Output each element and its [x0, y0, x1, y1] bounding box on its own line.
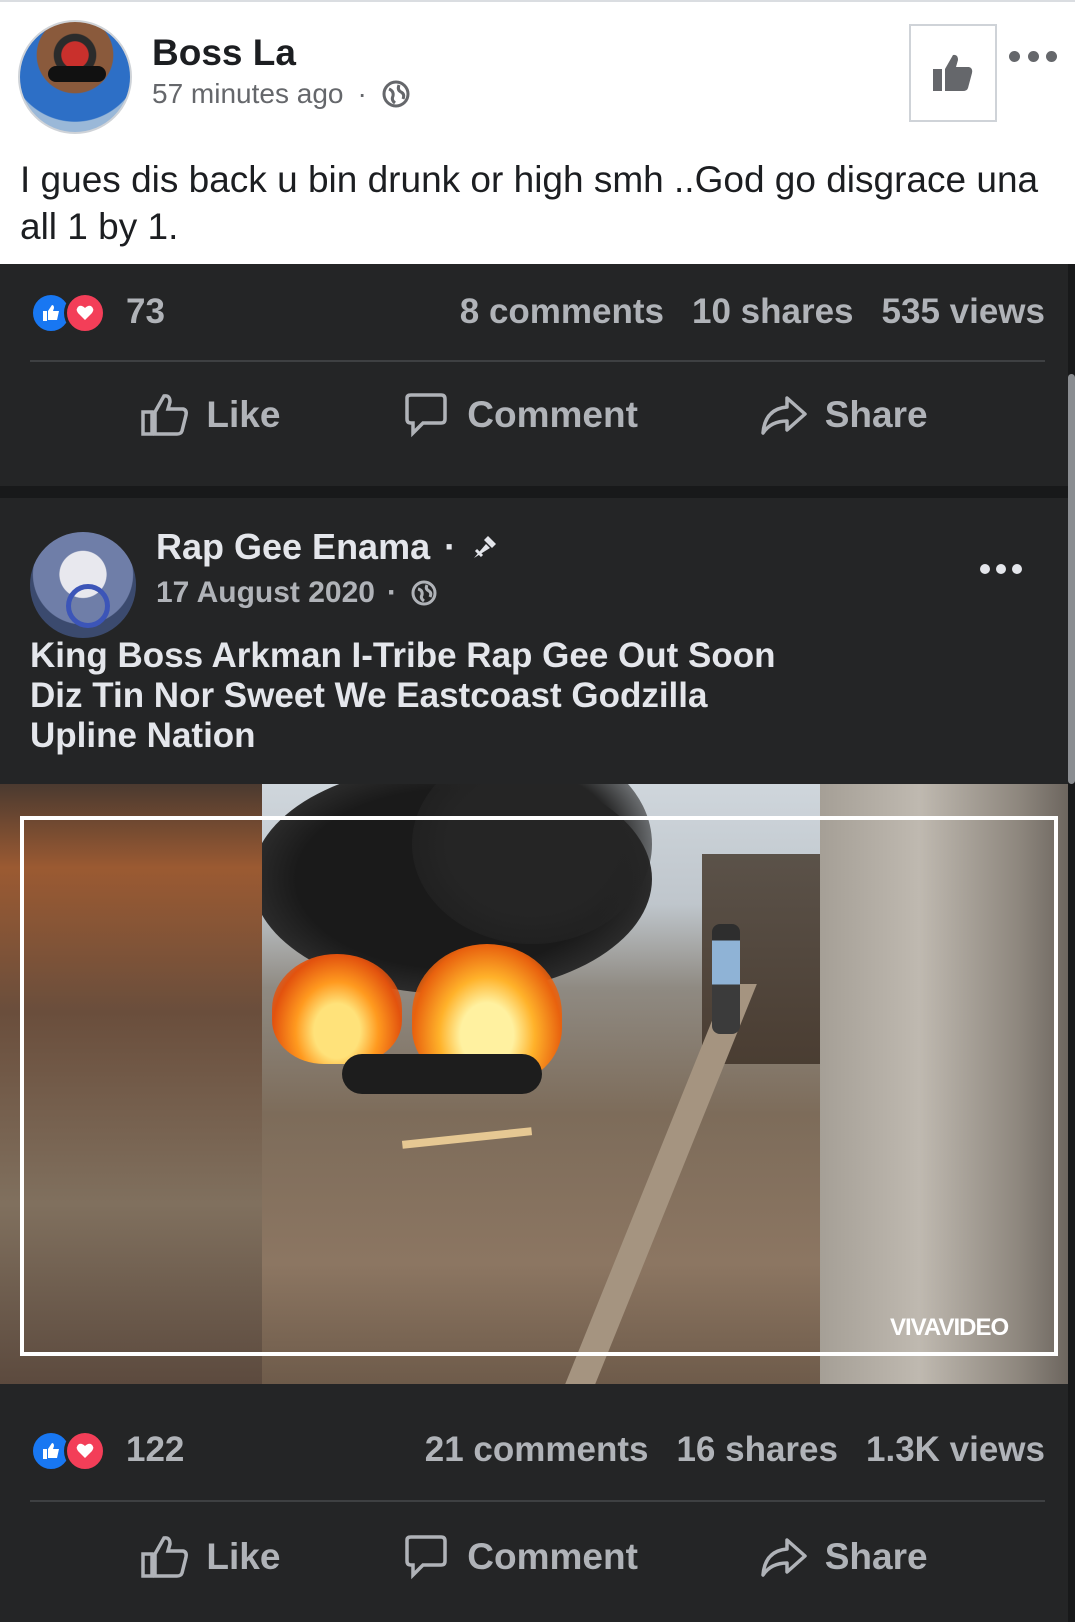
thumbs-up-icon	[933, 54, 973, 91]
reaction-count: 73	[126, 292, 165, 331]
love-reaction-icon	[64, 1430, 106, 1472]
share-button[interactable]: Share	[759, 1534, 928, 1580]
globe-icon	[411, 580, 437, 606]
action-bar-bottom: Like Comment Share	[0, 1510, 1068, 1580]
name-separator: ·	[444, 526, 457, 567]
share-label: Share	[824, 1536, 928, 1577]
post-text: I gues dis back u bin drunk or high smh …	[20, 159, 1039, 247]
comment-label: Comment	[467, 394, 638, 435]
shared-post-meta: 17 August 2020 ·	[156, 576, 439, 610]
stats-row-top: 73 8 comments 10 shares 535 views	[30, 282, 1045, 342]
watermark: VIVAVIDEO	[890, 1314, 1009, 1341]
share-icon	[760, 396, 807, 435]
comments-count[interactable]: 21 comments	[425, 1430, 649, 1470]
shared-post-date[interactable]: 17 August 2020	[156, 576, 375, 610]
comment-icon	[405, 1535, 448, 1580]
more-options-icon[interactable]	[1009, 42, 1057, 70]
like-label: Like	[206, 394, 281, 435]
comments-count[interactable]: 8 comments	[460, 292, 664, 332]
outer-post-header: Boss La 57 minutes ago ·	[0, 0, 1075, 140]
post-meta: 57 minutes ago ·	[152, 78, 411, 110]
reactions-summary[interactable]: 122	[30, 1428, 184, 1472]
comment-icon	[405, 393, 448, 438]
date-separator: ·	[386, 576, 397, 609]
share-button[interactable]: Share	[759, 392, 928, 438]
thumbs-up-icon	[141, 1536, 189, 1578]
scrollbar[interactable]	[1068, 374, 1075, 784]
comment-button[interactable]: Comment	[401, 1534, 638, 1580]
views-count: 535 views	[881, 292, 1045, 331]
top-stats-panel: 73 8 comments 10 shares 535 views Like C…	[0, 264, 1068, 486]
meta-separator: ·	[357, 78, 367, 109]
more-options-icon[interactable]	[980, 564, 1022, 578]
author-name[interactable]: Boss La	[152, 32, 296, 74]
video-thumbnail[interactable]: VIVAVIDEO	[0, 784, 1068, 1384]
shared-author-avatar[interactable]	[30, 532, 136, 638]
action-bar-top: Like Comment Share	[0, 370, 1068, 460]
thumbs-up-icon	[141, 394, 189, 436]
author-avatar[interactable]	[18, 20, 132, 134]
stats-row-bottom: 122 21 comments 16 shares 1.3K views	[30, 1420, 1045, 1480]
love-reaction-icon	[64, 292, 106, 334]
like-button[interactable]	[909, 24, 997, 122]
divider	[30, 1500, 1045, 1502]
like-button[interactable]: Like	[140, 1534, 280, 1580]
shared-author-row: Rap Gee Enama ·	[156, 526, 500, 568]
share-icon	[760, 1538, 807, 1577]
globe-icon	[382, 80, 410, 108]
post-time[interactable]: 57 minutes ago	[152, 78, 343, 110]
shares-count[interactable]: 16 shares	[676, 1430, 838, 1470]
shared-author-name[interactable]: Rap Gee Enama	[156, 526, 430, 568]
views-count: 1.3K views	[866, 1430, 1045, 1469]
microphone-icon	[474, 536, 497, 558]
comment-label: Comment	[467, 1536, 638, 1577]
video-frame	[20, 816, 1058, 1356]
divider	[30, 360, 1045, 362]
like-button[interactable]: Like	[140, 392, 280, 438]
comment-button[interactable]: Comment	[401, 392, 638, 438]
shares-count[interactable]: 10 shares	[692, 292, 854, 332]
reaction-count: 122	[126, 1430, 185, 1469]
like-label: Like	[206, 1536, 281, 1577]
share-label: Share	[824, 394, 928, 435]
reactions-summary[interactable]: 73	[30, 290, 165, 334]
shared-post-text: King Boss Arkman I-Tribe Rap Gee Out Soo…	[30, 636, 776, 755]
shared-screenshot: 73 8 comments 10 shares 535 views Like C…	[0, 264, 1075, 1622]
